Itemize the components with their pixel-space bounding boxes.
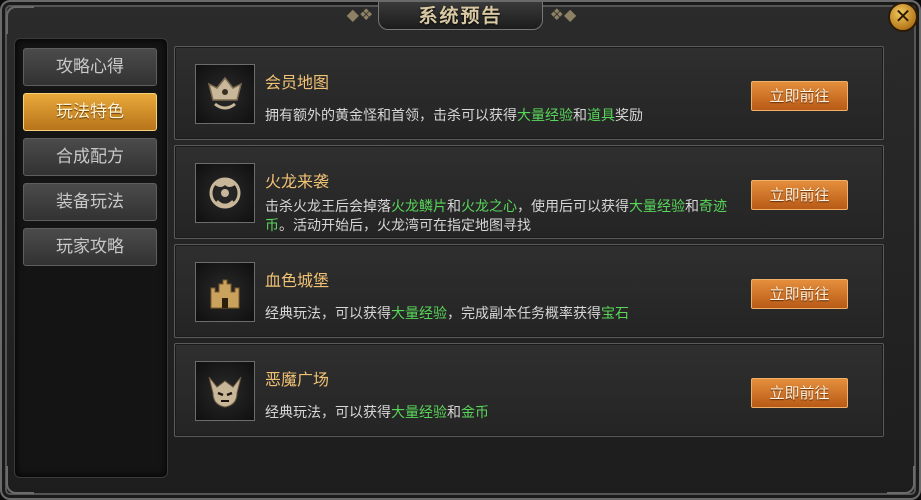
window-title: 系统预告 xyxy=(378,2,543,30)
crown-emblem-icon xyxy=(195,64,255,124)
go-now-button[interactable]: 立即前往 xyxy=(751,378,848,408)
card-description: 经典玩法，可以获得大量经验，完成副本任务概率获得宝石 xyxy=(265,306,629,322)
feature-card-demon-square: 恶魔广场 经典玩法，可以获得大量经验和金币 立即前往 xyxy=(174,343,884,437)
card-title: 会员地图 xyxy=(265,73,330,92)
title-ornament-left-icon: ◆❖ xyxy=(346,5,374,24)
castle-icon xyxy=(195,262,255,322)
title-ornament-right-icon: ❖◆ xyxy=(549,5,577,24)
feature-list: 会员地图 拥有额外的黄金怪和首领，击杀可以获得大量经验和道具奖励 立即前往 火龙… xyxy=(174,46,884,438)
dragon-emblem-icon xyxy=(195,163,255,223)
corner-ornament xyxy=(6,6,34,34)
close-button[interactable]: ✕ xyxy=(888,2,918,32)
tab-equipment-gameplay[interactable]: 装备玩法 xyxy=(23,183,157,221)
go-now-button[interactable]: 立即前往 xyxy=(751,180,848,210)
card-description: 拥有额外的黄金怪和首领，击杀可以获得大量经验和道具奖励 xyxy=(265,108,643,124)
feature-card-blood-castle: 血色城堡 经典玩法，可以获得大量经验，完成副本任务概率获得宝石 立即前往 xyxy=(174,244,884,338)
go-now-button[interactable]: 立即前往 xyxy=(751,279,848,309)
close-icon: ✕ xyxy=(894,4,912,28)
sidebar: 攻略心得 玩法特色 合成配方 装备玩法 玩家攻略 xyxy=(14,38,168,478)
card-title: 血色城堡 xyxy=(265,271,330,290)
tab-gameplay-features[interactable]: 玩法特色 xyxy=(23,93,157,131)
card-description: 经典玩法，可以获得大量经验和金币 xyxy=(265,405,489,421)
feature-card-fire-dragon: 火龙来袭 击杀火龙王后会掉落火龙鳞片和火龙之心，使用后可以获得大量经验和奇迹币。… xyxy=(174,145,884,239)
feature-card-member-map: 会员地图 拥有额外的黄金怪和首领，击杀可以获得大量经验和道具奖励 立即前往 xyxy=(174,46,884,140)
demon-helmet-icon xyxy=(195,361,255,421)
corner-ornament xyxy=(887,466,915,494)
tab-player-guides[interactable]: 玩家攻略 xyxy=(23,228,157,266)
card-title: 火龙来袭 xyxy=(265,172,330,191)
card-description: 击杀火龙王后会掉落火龙鳞片和火龙之心，使用后可以获得大量经验和奇迹币。活动开始后… xyxy=(265,199,727,234)
go-now-button[interactable]: 立即前往 xyxy=(751,81,848,111)
tab-strategy-notes[interactable]: 攻略心得 xyxy=(23,48,157,86)
tab-crafting-recipes[interactable]: 合成配方 xyxy=(23,138,157,176)
card-title: 恶魔广场 xyxy=(265,370,330,389)
